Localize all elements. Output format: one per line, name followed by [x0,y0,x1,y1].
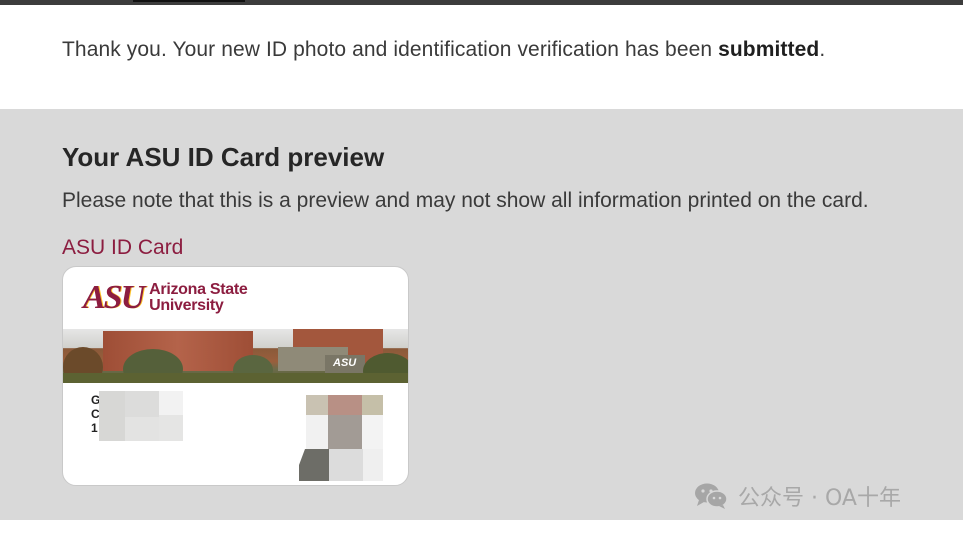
watermark-text: 公众号 · OA十年 [738,486,901,511]
wechat-icon [695,483,728,509]
footer-strip [0,520,963,535]
asu-logo: ASU Arizona State University [83,279,248,316]
confirmation-message: Thank you. Your new ID photo and identif… [62,38,825,62]
active-tab-indicator [133,0,245,2]
asu-id-card-link[interactable]: ASU ID Card [62,236,183,260]
confirmation-suffix: . [819,38,826,61]
asu-logo-mark: ASU [83,279,145,316]
id-card-preview: ASU Arizona State University ASU G C 1 [62,266,409,486]
asu-logo-text: Arizona State University [149,281,248,314]
preview-note: Please note that this is a preview and m… [62,189,869,212]
top-bar [0,0,963,5]
preview-title: Your ASU ID Card preview [62,142,385,172]
confirmation-status: submitted [718,38,820,61]
campus-photo: ASU [63,329,408,383]
confirmation-prefix: Thank you. Your new ID photo and identif… [62,38,719,61]
campus-sign-text: ASU [333,357,357,369]
asu-logo-line2: University [149,297,224,314]
watermark: 公众号 · OA十年 [694,480,901,512]
asu-logo-line1: Arizona State [149,281,248,298]
